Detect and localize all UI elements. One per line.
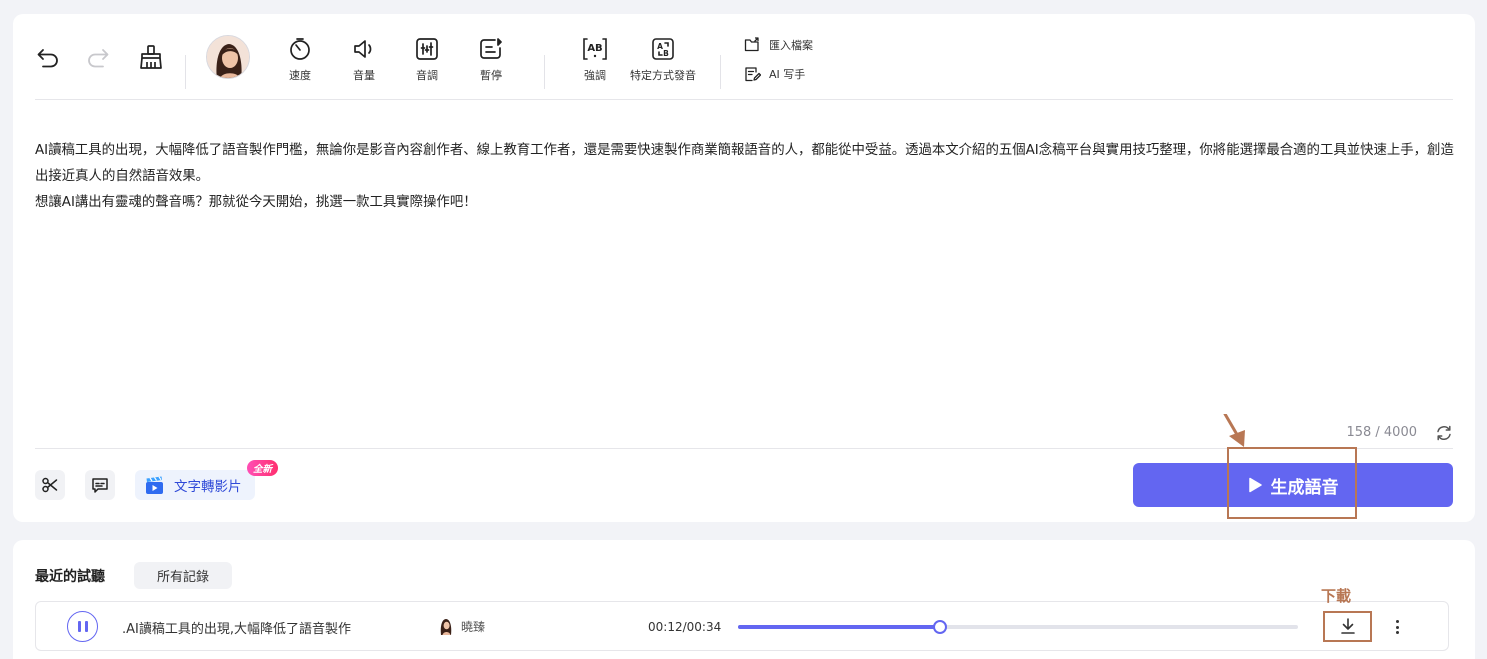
- volume-tool[interactable]: 音量: [351, 36, 377, 83]
- text-to-video-label: 文字轉影片: [174, 479, 242, 495]
- script-text-area[interactable]: AI讀稿工具的出現，大幅降低了語音製作門檻，無論你是影音內容創作者、線上教育工作…: [35, 138, 1455, 216]
- svg-text:AB: AB: [587, 43, 602, 54]
- scissors-icon: [42, 477, 58, 493]
- folder-import-icon: [744, 37, 759, 52]
- speed-label: 速度: [289, 69, 311, 82]
- history-voice: 曉臻: [438, 617, 485, 635]
- editor-card: 速度 音量 音調 暫停 AB 強調 A B 特定方式發音 匯入檔案 AI 写手 …: [13, 14, 1475, 522]
- emphasis-tool[interactable]: AB 強調: [581, 36, 609, 83]
- playback-time: 00:12/00:34: [648, 620, 722, 634]
- toolbar-divider: [185, 55, 186, 89]
- ai-writer-button[interactable]: AI 写手: [744, 66, 805, 82]
- volume-label: 音量: [353, 69, 375, 82]
- redo-button[interactable]: [85, 44, 111, 70]
- pause-button[interactable]: [67, 611, 98, 642]
- subtitle-button[interactable]: [85, 470, 115, 500]
- speed-icon: [290, 38, 310, 60]
- speaker-icon: [354, 40, 372, 58]
- script-paragraph: AI讀稿工具的出現，大幅降低了語音製作門檻，無論你是影音內容創作者、線上教育工作…: [35, 143, 1454, 184]
- pause-label: 暫停: [480, 69, 502, 82]
- pitch-tool[interactable]: 音調: [414, 36, 440, 83]
- ai-writer-label: AI 写手: [769, 68, 806, 81]
- refresh-icon: [1437, 425, 1451, 441]
- equalizer-icon: [416, 38, 438, 60]
- subtitle-icon: [92, 478, 108, 493]
- svg-text:B: B: [663, 49, 669, 58]
- speed-tool[interactable]: 速度: [287, 36, 313, 83]
- pronunciation-tool[interactable]: A B 特定方式發音: [626, 36, 700, 83]
- undo-icon: [37, 49, 58, 68]
- clapperboard-icon: [146, 475, 163, 494]
- history-row: .AI讀稿工具的出現,大幅降低了語音製作 曉臻 00:12/00:34: [35, 601, 1449, 651]
- pitch-label: 音調: [416, 69, 438, 82]
- redo-icon: [88, 49, 109, 68]
- more-dot: [1395, 630, 1399, 634]
- pronunciation-icon: A B: [652, 38, 674, 60]
- more-dot: [1395, 620, 1399, 624]
- import-file-button[interactable]: 匯入檔案: [744, 37, 813, 53]
- generate-highlight-box: [1227, 447, 1357, 519]
- text-to-video-button[interactable]: 文字轉影片: [135, 470, 255, 500]
- progress-fill: [738, 625, 940, 629]
- pronunciation-label: 特定方式發音: [630, 69, 696, 82]
- avatar-portrait-icon: [207, 36, 249, 78]
- toolbar-divider: [544, 55, 545, 89]
- download-highlight-box: [1323, 611, 1372, 642]
- more-options-button[interactable]: [1390, 615, 1404, 639]
- history-card: 最近的試聽 所有記錄 .AI讀稿工具的出現,大幅降低了語音製作 曉臻 00:12…: [13, 540, 1475, 659]
- ai-writer-icon: [745, 67, 761, 82]
- download-annotation-label: 下載: [1321, 587, 1352, 605]
- more-dot: [1395, 625, 1399, 629]
- pause-tool[interactable]: 暫停: [478, 36, 504, 83]
- emphasis-icon: AB: [583, 38, 607, 60]
- emphasis-label: 強調: [584, 69, 606, 82]
- annotation-arrow: [1223, 414, 1245, 447]
- voice-avatar[interactable]: [206, 35, 250, 79]
- undo-button[interactable]: [35, 44, 61, 70]
- broom-icon: [140, 45, 162, 69]
- clear-button[interactable]: [137, 43, 165, 71]
- refresh-button[interactable]: [1435, 424, 1453, 446]
- voice-avatar-icon: [440, 619, 452, 635]
- import-file-label: 匯入檔案: [769, 39, 813, 52]
- pause-icon-bar: [77, 621, 81, 632]
- toolbar-bottom-divider: [35, 99, 1453, 100]
- recent-previews-title: 最近的試聽: [35, 569, 105, 585]
- toolbar-divider: [720, 55, 721, 89]
- cut-button[interactable]: [35, 470, 65, 500]
- progress-track[interactable]: [738, 620, 1298, 634]
- new-badge: 全新: [247, 460, 279, 476]
- progress-knob[interactable]: [932, 620, 947, 634]
- voice-name: 曉臻: [461, 619, 486, 634]
- all-records-tab[interactable]: 所有記錄: [134, 562, 232, 589]
- history-item-title: .AI讀稿工具的出現,大幅降低了語音製作: [122, 622, 351, 637]
- pause-icon-bar: [84, 621, 88, 632]
- pause-insert-icon: [480, 38, 502, 59]
- script-paragraph: 想讓AI講出有靈魂的聲音嗎？那就從今天開始，挑選一款工具實際操作吧！: [35, 195, 477, 210]
- character-count: 158 / 4000: [1346, 425, 1417, 440]
